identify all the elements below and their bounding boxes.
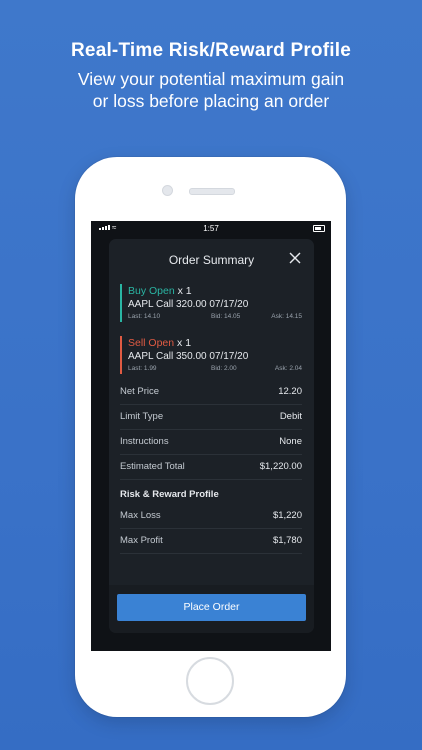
detail-row-estimated-total: Estimated Total $1,220.00 (120, 454, 302, 480)
detail-label: Instructions (120, 436, 169, 447)
risk-label: Max Profit (120, 535, 163, 546)
promo-subtitle-line-1: View your potential maximum gain (77, 69, 345, 89)
leg-last-price: Last: 14.10 (128, 313, 161, 320)
risk-reward-section-title: Risk & Reward Profile (120, 489, 219, 500)
detail-value: 12.20 (278, 386, 302, 397)
risk-label: Max Loss (120, 510, 161, 521)
promo-subtitle-line-2: or loss before placing an order (92, 91, 330, 111)
close-icon[interactable] (288, 251, 302, 265)
leg-action: Sell Open (128, 337, 175, 349)
risk-value: $1,220 (272, 510, 302, 521)
order-leg-sell: Sell Open x 1 AAPL Call 350.00 07/17/20 … (120, 336, 302, 374)
leg-contract: AAPL Call 350.00 07/17/20 (128, 351, 249, 362)
detail-row-limit-type: Limit Type Debit (120, 404, 302, 430)
risk-value: $1,780 (272, 535, 302, 546)
home-button[interactable] (186, 657, 234, 705)
battery-icon (313, 225, 325, 232)
status-time: 1:57 (203, 224, 219, 233)
sheet-footer: Place Order (109, 585, 314, 633)
leg-ask-price: Ask: 2.04 (274, 365, 302, 372)
detail-label: Limit Type (120, 411, 164, 422)
phone-screen: ≈ 1:57 Order Summary Buy Open x 1 AAPL C… (91, 221, 331, 651)
speaker-grille (189, 188, 235, 195)
leg-bid-price: Bid: 2.00 (211, 365, 237, 372)
leg-last-price: Last: 1.99 (128, 365, 157, 372)
detail-value: Debit (279, 411, 302, 422)
detail-row-instructions: Instructions None (120, 429, 302, 455)
leg-contract: AAPL Call 320.00 07/17/20 (128, 299, 249, 310)
leg-action: Buy Open (128, 285, 175, 297)
leg-quantity: x 1 (177, 285, 192, 297)
detail-label: Net Price (120, 386, 160, 397)
risk-row-max-profit: Max Profit $1,780 (120, 528, 302, 554)
detail-row-net-price: Net Price 12.20 (120, 379, 302, 405)
order-summary-title: Order Summary (168, 253, 255, 267)
promo-headline: Real-Time Risk/Reward Profile (71, 40, 351, 61)
promo-subtitle: View your potential maximum gain or loss… (0, 68, 422, 112)
detail-label: Estimated Total (120, 461, 185, 472)
leg-quantity: x 1 (177, 337, 192, 349)
leg-bid-price: Bid: 14.05 (211, 313, 241, 320)
leg-ask-price: Ask: 14.15 (271, 313, 302, 320)
detail-value: None (279, 436, 302, 447)
place-order-button[interactable]: Place Order (117, 594, 306, 621)
risk-row-max-loss: Max Loss $1,220 (120, 503, 302, 529)
order-leg-buy: Buy Open x 1 AAPL Call 320.00 07/17/20 L… (120, 284, 302, 322)
detail-value: $1,220.00 (259, 461, 302, 472)
status-bar: ≈ 1:57 (91, 221, 331, 237)
camera-icon (162, 185, 173, 196)
order-summary-sheet: Order Summary Buy Open x 1 AAPL Call 320… (109, 239, 314, 633)
